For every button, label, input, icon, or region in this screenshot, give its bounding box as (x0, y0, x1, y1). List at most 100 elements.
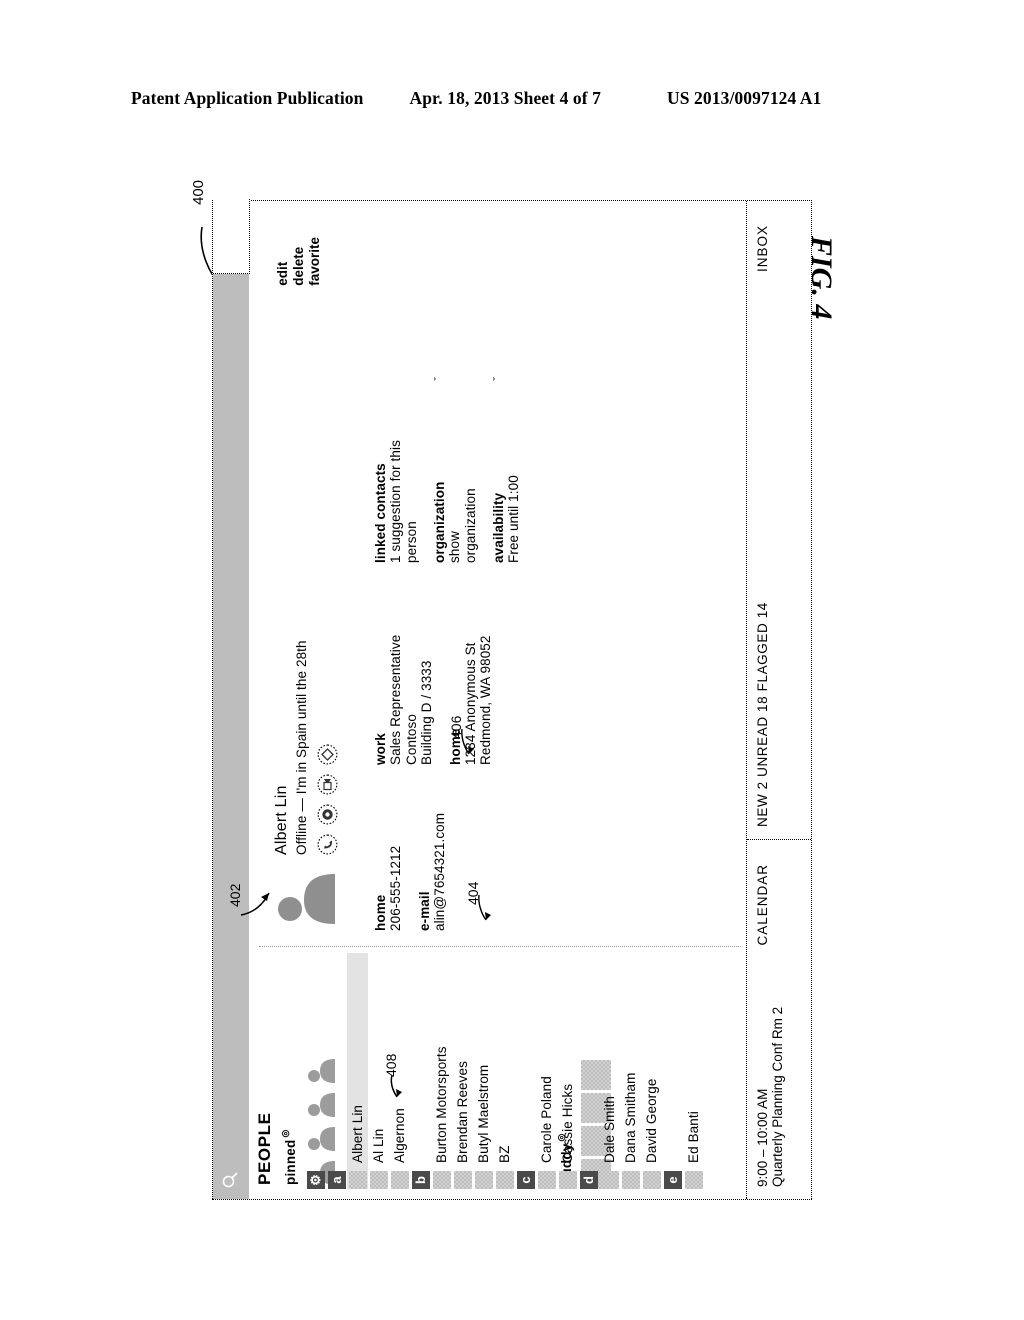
list-item[interactable]: Butyl Maelstrom (473, 953, 494, 1189)
figure-canvas: PEOPLE pinned ◎ buddy ◎ ⚙ a Albert Lin A… (212, 199, 812, 1200)
calendar-title: CALENDAR (755, 864, 770, 946)
list-item[interactable]: BZ (494, 953, 515, 1189)
section-letter-badge: a (327, 1171, 346, 1189)
contact-list-section-header: e (662, 953, 683, 1189)
contact-name-label: Dale Smith (602, 1095, 617, 1163)
field-linked-contacts[interactable]: linked contacts 1 suggestion for this pe… (373, 377, 419, 563)
list-item[interactable]: Cassie Hicks (557, 953, 578, 1189)
ref-408-leader-line (390, 1074, 402, 1098)
contact-header: Albert Lin Offline — I'm in Spain until … (273, 640, 338, 931)
contact-name-label: Burton Motorsports (434, 1046, 449, 1163)
field-label: organization (432, 481, 447, 563)
field-label: home (373, 894, 388, 931)
search-icon[interactable] (221, 1171, 239, 1189)
contact-name-label: Cassie Hicks (560, 1083, 575, 1163)
app-title-bar (213, 199, 250, 1199)
field-value: Free until 1:00 (506, 475, 521, 563)
list-item[interactable]: Albert Lin (347, 953, 368, 1189)
field-label: linked contacts (373, 463, 388, 563)
calendar-tile[interactable]: 9:00 – 10:00 AM Quarterly Planning Conf … (747, 839, 811, 1199)
section-letter-badge: c (516, 1171, 535, 1189)
contact-list-section-header: c (515, 953, 536, 1189)
ref-numeral-400: 400 (190, 179, 207, 205)
contact-thumbnail (453, 1171, 472, 1189)
contact-detail-panel: 402 Albert Lin Offline — I'm in Spain un… (227, 211, 747, 931)
contact-name-label: Butyl Maelstrom (476, 1064, 491, 1163)
contact-thumbnail (369, 1171, 388, 1189)
field-value: 206-555-1212 (388, 845, 403, 931)
contact-thumbnail (558, 1171, 577, 1189)
field-home-phone[interactable]: home 206-555-1212 (373, 781, 404, 931)
map-icon[interactable] (317, 744, 338, 765)
contact-name-label: Dana Smitham (623, 1072, 638, 1164)
group-header-pinned: pinned ◎ (280, 1129, 298, 1185)
list-item[interactable]: Burton Motorsports (431, 953, 452, 1189)
contact-name-label: Carole Poland (539, 1076, 554, 1163)
contact-thumbnail (432, 1171, 451, 1189)
list-item[interactable]: Ed Banti (683, 953, 704, 1189)
ref-402-leader-line (240, 892, 270, 916)
inbox-counts: NEW 2 UNREAD 18 FLAGGED 14 (755, 602, 770, 827)
contact-thumbnail (474, 1171, 493, 1189)
app-window: PEOPLE pinned ◎ buddy ◎ ⚙ a Albert Lin A… (212, 199, 812, 1200)
contact-list: ⚙ a Albert Lin Al Lin Algernon b Burton Motors… (305, 953, 704, 1189)
ref-406-leader-line (460, 728, 474, 755)
contact-name-label: Al Lin (371, 1128, 386, 1163)
contact-thumbnail (684, 1171, 703, 1189)
message-icon[interactable] (317, 804, 338, 825)
panel-divider (259, 946, 741, 947)
group-label-pinned: pinned (283, 1139, 298, 1185)
contact-thumbnail (390, 1171, 409, 1189)
list-item[interactable]: Carole Poland (536, 953, 557, 1189)
contact-thumbnail (537, 1171, 556, 1189)
contact-fields: 404 home 206-555-1212 e-mail alin@765432… (373, 211, 535, 931)
field-label: availability (491, 492, 506, 563)
contact-name-label: BZ (497, 1145, 512, 1163)
contact-list-section-header: d (578, 953, 599, 1189)
calendar-event: Quarterly Planning Conf Rm 2 (770, 1006, 785, 1187)
delete-button[interactable]: delete (291, 237, 307, 286)
field-availability[interactable]: availability ˇ Free until 1:00 (491, 377, 522, 563)
contact-name-label: Algernon (392, 1108, 407, 1163)
contact-thumbnail (642, 1171, 661, 1189)
call-icon[interactable] (317, 834, 338, 855)
inbox-tile[interactable]: NEW 2 UNREAD 18 FLAGGED 14 INBOX (747, 201, 811, 839)
date-sheet-label: Apr. 18, 2013 Sheet 4 of 7 (409, 88, 602, 108)
field-work[interactable]: work Sales Representative Contoso Buildi… (373, 579, 435, 765)
contact-name-label: Ed Banti (686, 1111, 701, 1163)
section-letter-badge: ⚙ (306, 1171, 325, 1189)
contact-list-section-header: a (326, 953, 347, 1189)
contact-thumbnail (348, 1171, 367, 1189)
favorite-button[interactable]: favorite (307, 237, 323, 286)
pin-badge-icon: ◎ (280, 1129, 290, 1138)
contact-list-section-header: b (410, 953, 431, 1189)
list-item[interactable]: David George (641, 953, 662, 1189)
contact-name-label: David George (644, 1078, 659, 1164)
video-icon[interactable] (317, 774, 338, 795)
chevron-down-icon[interactable]: ˇ (433, 377, 445, 387)
fields-column-2: work Sales Representative Contoso Buildi… (373, 563, 535, 765)
fields-column-1: 404 home 206-555-1212 e-mail alin@765432… (373, 765, 535, 931)
field-home-address[interactable]: 406 home 1234 Anonymous St Redmond, WA 9… (448, 579, 494, 765)
contact-name-label: Albert Lin (350, 1104, 365, 1163)
edit-button[interactable]: edit (275, 237, 291, 286)
contact-status: Offline — I'm in Spain until the 28th (294, 640, 309, 855)
section-letter-badge: b (411, 1171, 430, 1189)
chevron-down-icon[interactable]: ˇ (492, 377, 504, 387)
field-value: 1 suggestion for this person (388, 440, 419, 563)
contact-name: Albert Lin (273, 785, 290, 855)
contact-thumbnail (621, 1171, 640, 1189)
patent-number-label: US 2013/0097124 A1 (667, 88, 822, 108)
list-item[interactable]: Brendan Reeves (452, 953, 473, 1189)
list-item[interactable]: Dana Smitham (620, 953, 641, 1189)
fields-column-3: linked contacts 1 suggestion for this pe… (373, 361, 535, 563)
field-value: Sales Representative Contoso Building D … (388, 634, 434, 765)
field-organization[interactable]: organization ˇ show organization (432, 377, 478, 563)
calendar-time: 9:00 – 10:00 AM (755, 1088, 770, 1187)
list-item[interactable]: Dale Smith (599, 953, 620, 1189)
bottom-status-bar: 9:00 – 10:00 AM Quarterly Planning Conf … (746, 201, 811, 1199)
people-panel: PEOPLE pinned ◎ buddy ◎ ⚙ a Albert Lin A… (249, 947, 747, 1199)
page-title: PEOPLE (255, 1112, 274, 1185)
contact-name-label: Brendan Reeves (455, 1061, 470, 1163)
field-email[interactable]: e-mail alin@7654321.com (417, 781, 448, 931)
